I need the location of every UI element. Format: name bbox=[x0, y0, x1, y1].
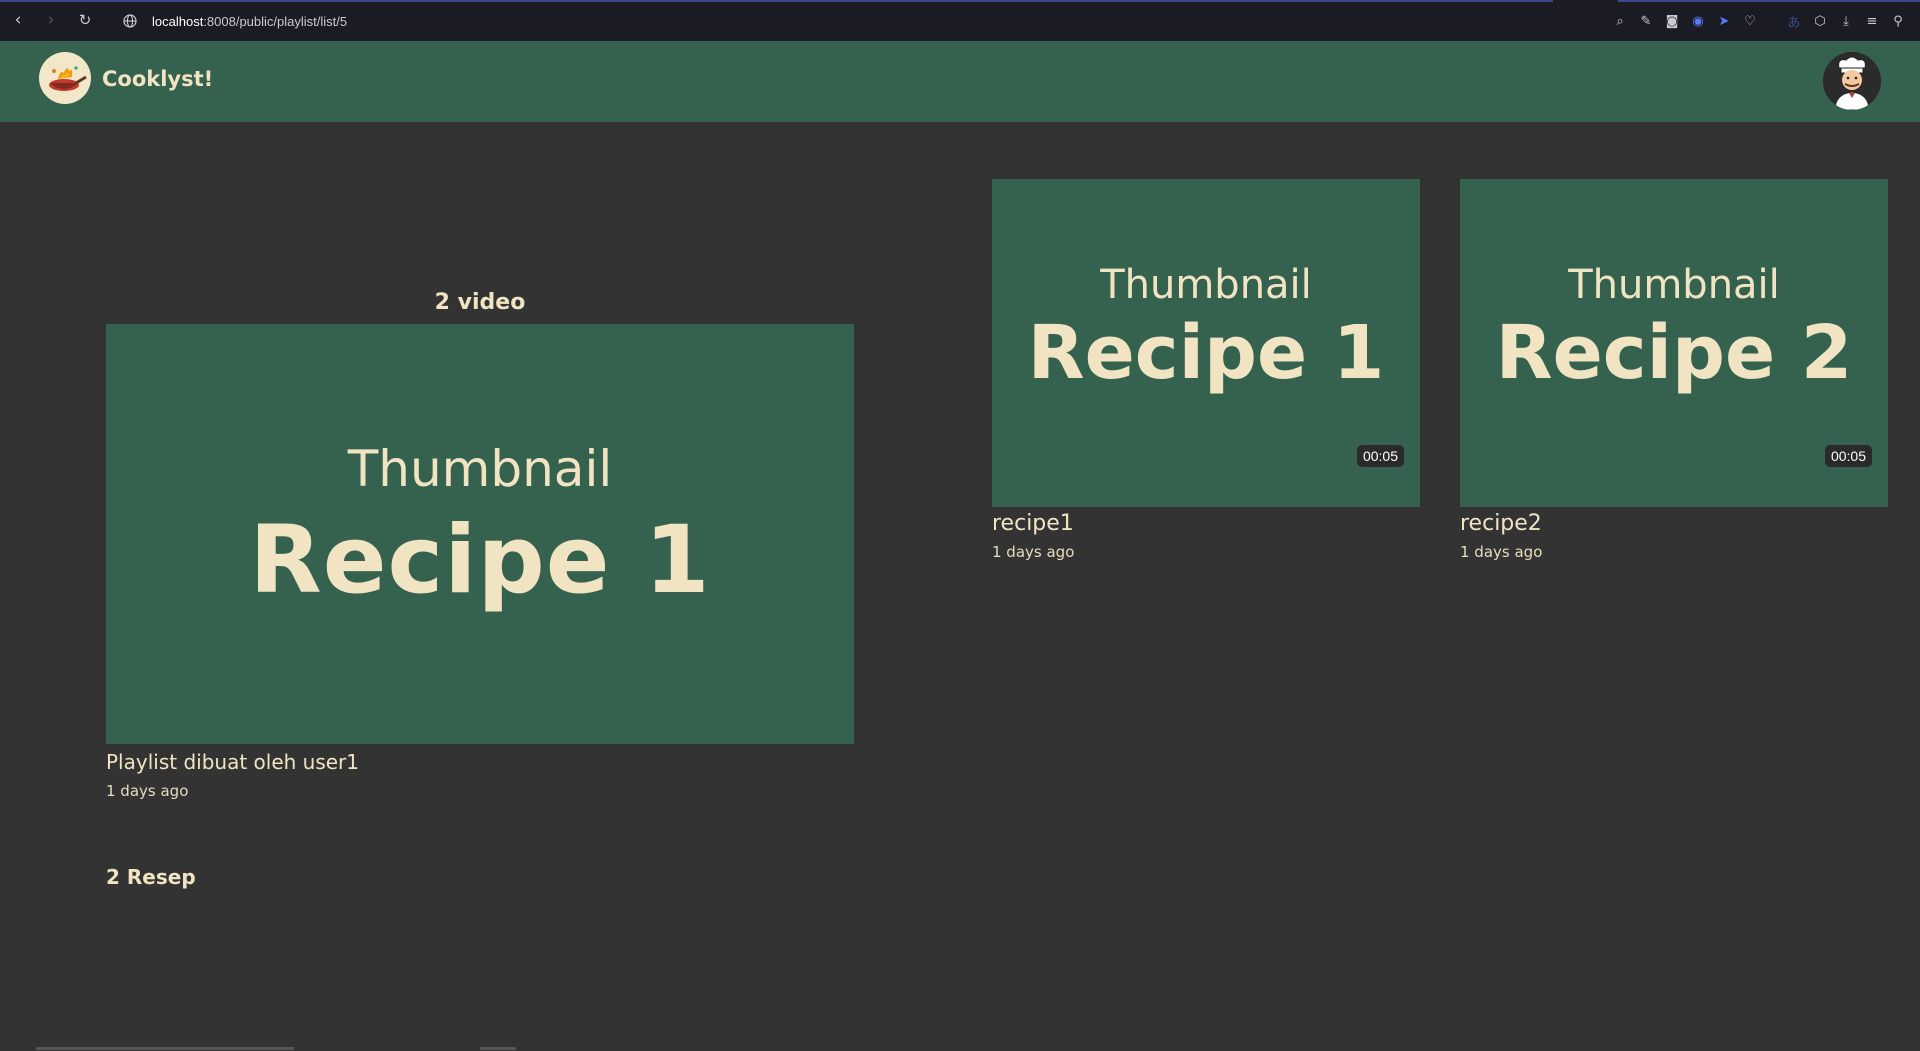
extension-toolbar: ⌕ ✎ ◙ ◉ ➤ ♡ あ ⬡ ⤓ ≡ ⚲ bbox=[1612, 10, 1906, 32]
recipe-count: 2 Resep bbox=[106, 865, 196, 889]
video-time: 1 days ago bbox=[992, 543, 1075, 561]
playlist-thumbnail[interactable]: Thumbnail Recipe 1 bbox=[106, 324, 854, 744]
video-thumbnail[interactable]: Thumbnail Recipe 1 00:05 bbox=[992, 179, 1420, 507]
back-icon[interactable]: ‹ bbox=[8, 10, 28, 30]
reload-icon[interactable]: ↻ bbox=[75, 10, 95, 30]
duration-badge: 00:05 bbox=[1356, 445, 1404, 467]
page-load-indicator-end bbox=[1618, 0, 1920, 2]
video-thumbnail[interactable]: Thumbnail Recipe 2 00:05 bbox=[1460, 179, 1888, 507]
menu-icon[interactable]: ≡ bbox=[1864, 13, 1880, 29]
thumbnail-title: Recipe 1 bbox=[249, 505, 711, 615]
download-icon[interactable]: ⤓ bbox=[1838, 13, 1854, 29]
duration-badge: 00:05 bbox=[1824, 445, 1872, 467]
heart-icon[interactable]: ♡ bbox=[1742, 13, 1758, 29]
horizontal-scrollbar[interactable] bbox=[36, 1047, 294, 1050]
cube-icon[interactable]: ⬡ bbox=[1812, 13, 1828, 29]
camera-icon[interactable]: ◙ bbox=[1664, 13, 1680, 29]
thumbnail-label: Thumbnail bbox=[1100, 262, 1312, 308]
url-text[interactable]: localhost:8008/public/playlist/list/5 bbox=[152, 14, 347, 29]
video-time: 1 days ago bbox=[1460, 543, 1543, 561]
playlist-owner: Playlist dibuat oleh user1 bbox=[106, 750, 359, 774]
playlist-time: 1 days ago bbox=[106, 782, 189, 800]
app-header: Cooklyst! bbox=[0, 41, 1920, 122]
shield-icon[interactable]: ◉ bbox=[1690, 13, 1706, 29]
zoom-icon[interactable]: ⌕ bbox=[1612, 13, 1628, 29]
translate-icon[interactable]: あ bbox=[1786, 13, 1802, 31]
profile-icon[interactable]: ⚲ bbox=[1890, 13, 1906, 29]
avatar[interactable] bbox=[1823, 52, 1881, 110]
url-host: localhost bbox=[152, 13, 204, 29]
brand-name[interactable]: Cooklyst! bbox=[102, 67, 213, 91]
browser-toolbar: ‹ › ↻ localhost:8008/public/playlist/lis… bbox=[0, 0, 1920, 41]
video-title[interactable]: recipe2 bbox=[1460, 511, 1542, 536]
globe-icon bbox=[122, 13, 138, 29]
thumbnail-title: Recipe 2 bbox=[1495, 310, 1853, 396]
video-title[interactable]: recipe1 bbox=[992, 511, 1074, 536]
horizontal-scrollbar-thumb[interactable] bbox=[480, 1047, 516, 1050]
address-bar[interactable]: localhost:8008/public/playlist/list/5 bbox=[122, 8, 347, 34]
thumbnail-label: Thumbnail bbox=[1568, 262, 1780, 308]
thumbnail-label: Thumbnail bbox=[347, 439, 613, 498]
url-path: :8008/public/playlist/list/5 bbox=[203, 13, 348, 29]
thumbnail-title: Recipe 1 bbox=[1027, 310, 1385, 396]
page-load-indicator bbox=[0, 0, 1553, 2]
forward-icon[interactable]: › bbox=[41, 10, 61, 30]
edit-icon[interactable]: ✎ bbox=[1638, 13, 1654, 29]
send-icon[interactable]: ➤ bbox=[1716, 13, 1732, 29]
logo-icon[interactable] bbox=[39, 52, 91, 104]
video-count: 2 video bbox=[434, 290, 526, 315]
